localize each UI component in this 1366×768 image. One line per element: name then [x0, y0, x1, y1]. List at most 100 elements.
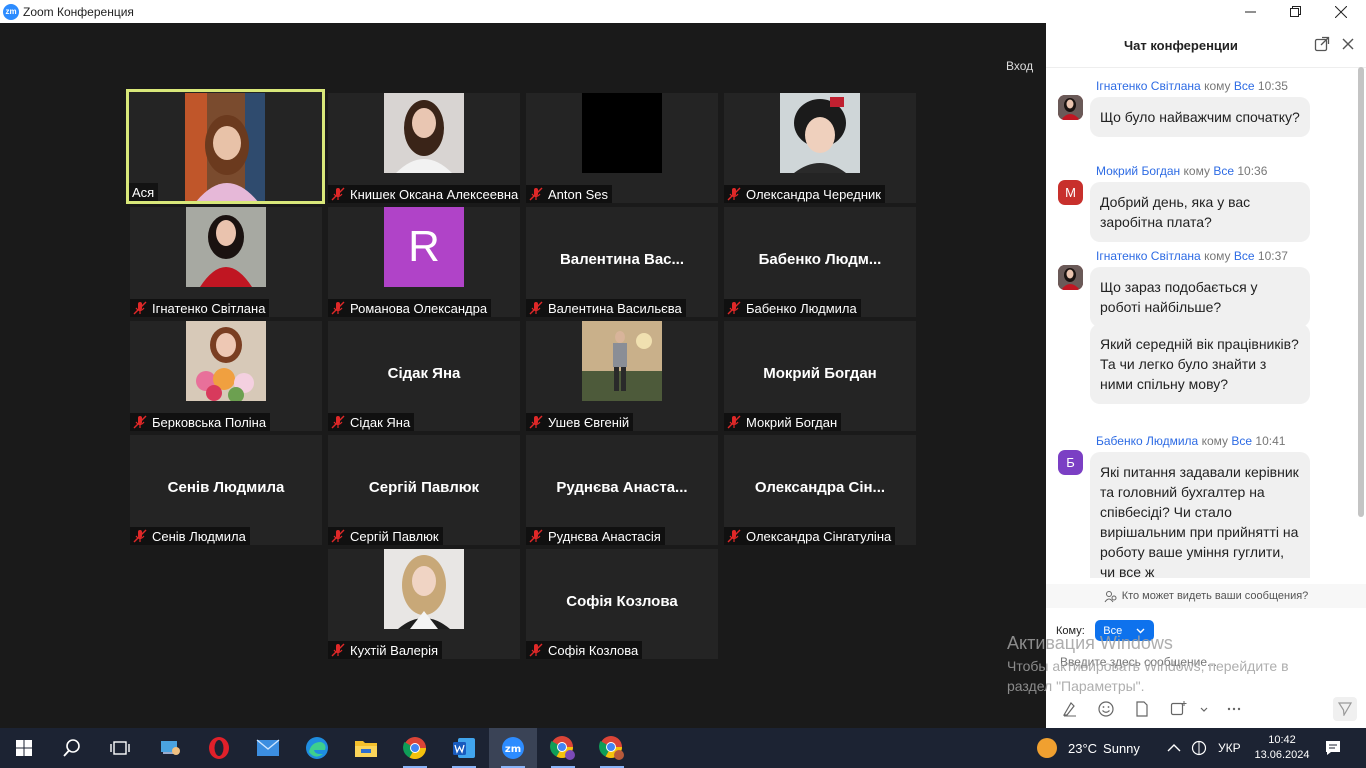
video-tile[interactable]: Софія Козлова Софія Козлова: [526, 549, 718, 659]
muted-mic-icon: [727, 301, 741, 315]
minimize-button[interactable]: [1227, 0, 1273, 23]
send-button[interactable]: [1333, 697, 1357, 721]
clock-time: 10:42: [1268, 734, 1296, 746]
taskbar-app-mail[interactable]: [244, 728, 292, 768]
minimize-icon: [1244, 11, 1256, 13]
video-tile[interactable]: Олександра Чередник: [724, 93, 916, 203]
notifications-button[interactable]: [1324, 728, 1342, 768]
word-icon: [453, 738, 475, 758]
video-tile[interactable]: Ушев Євгеній: [526, 321, 718, 431]
participant-name: Руднєва Анастасія: [526, 527, 665, 545]
video-tile[interactable]: Руднєва Анаста... Руднєва Анастасія: [526, 435, 718, 545]
taskbar-app-explorer-user[interactable]: [146, 728, 194, 768]
recipient-row: Кому: Все: [1056, 620, 1154, 641]
taskbar-app-edge[interactable]: [293, 728, 341, 768]
network-button[interactable]: [1191, 728, 1207, 768]
avatar: М: [1058, 180, 1083, 205]
muted-mic-icon: [529, 643, 543, 657]
video-tile[interactable]: Бабенко Людм... Бабенко Людмила: [724, 207, 916, 317]
muted-mic-icon: [331, 415, 345, 429]
emoji-icon[interactable]: [1097, 700, 1115, 718]
video-tile[interactable]: Олександра Сін... Олександра Сінгатуліна: [724, 435, 916, 545]
message-sender[interactable]: Ігнатенко Світлана: [1096, 79, 1201, 93]
muted-mic-icon: [331, 301, 345, 315]
participant-name: Anton Ses: [526, 185, 612, 203]
taskbar-app-word[interactable]: [440, 728, 488, 768]
participant-name: Берковська Поліна: [130, 413, 271, 431]
search-button[interactable]: [48, 728, 96, 768]
windows-icon: [16, 740, 32, 756]
screenshot-icon[interactable]: [1169, 700, 1187, 718]
computer-user-icon: [161, 741, 180, 755]
tray-overflow-button[interactable]: [1167, 728, 1181, 768]
signin-button[interactable]: Вход: [1006, 59, 1033, 73]
video-tile[interactable]: Мокрий Богдан Мокрий Богдан: [724, 321, 916, 431]
video-tile[interactable]: R Романова Олександра: [328, 207, 520, 317]
zoom-icon: zm: [502, 737, 524, 759]
participant-name: Кухтій Валерія: [328, 641, 443, 659]
close-button[interactable]: [1318, 0, 1364, 23]
taskbar-app-chrome-profile-1[interactable]: [539, 728, 587, 768]
weather-widget[interactable]: 23°C Sunny: [1036, 728, 1140, 768]
muted-mic-icon: [529, 529, 543, 543]
video-tile[interactable]: Сідак Яна Сідак Яна: [328, 321, 520, 431]
message-sender[interactable]: Ігнатенко Світлана: [1096, 249, 1201, 263]
popout-icon[interactable]: [1314, 36, 1330, 52]
chat-panel: Чат конференции Ігнатенко Світлана кому …: [1046, 23, 1366, 728]
message-sender[interactable]: Мокрий Богдан: [1096, 164, 1180, 178]
message-time: 10:41: [1255, 434, 1286, 448]
edge-icon: [306, 737, 328, 759]
muted-mic-icon: [529, 187, 543, 201]
video-tile[interactable]: Сергій Павлюк Сергій Павлюк: [328, 435, 520, 545]
clock-date: 13.06.2024: [1254, 749, 1310, 761]
muted-mic-icon: [133, 529, 147, 543]
message-bubble: Який середній вік працівників? Та чи лег…: [1090, 324, 1310, 404]
taskbar-app-file-explorer[interactable]: [342, 728, 390, 768]
send-icon: [1338, 702, 1352, 716]
video-tile[interactable]: Книшек Оксана Алексеевна: [328, 93, 520, 203]
chat-scrollbar[interactable]: [1358, 67, 1364, 517]
video-tile[interactable]: Anton Ses: [526, 93, 718, 203]
participant-display-name: Мокрий Богдан: [763, 365, 877, 382]
restore-button[interactable]: [1272, 0, 1318, 23]
participant-display-name: Валентина Вас...: [559, 251, 685, 268]
sun-icon: [1037, 738, 1057, 758]
message-sender[interactable]: Бабенко Людмила: [1096, 434, 1198, 448]
video-tile[interactable]: Ася: [126, 89, 325, 204]
muted-mic-icon: [727, 187, 741, 201]
chat-messages[interactable]: Ігнатенко Світлана кому Все 10:35 Що бул…: [1046, 73, 1358, 578]
avatar: Б: [1058, 450, 1083, 475]
clock[interactable]: 10:42 13.06.2024: [1254, 728, 1310, 768]
video-tile[interactable]: Берковська Поліна: [130, 321, 322, 431]
participant-display-name: Руднєва Анаста...: [556, 479, 688, 496]
message-header: Бабенко Людмила кому Все 10:41: [1096, 434, 1286, 448]
taskbar-app-chrome[interactable]: [391, 728, 439, 768]
participant-name: Сенів Людмила: [130, 527, 250, 545]
more-icon[interactable]: [1225, 700, 1243, 718]
taskbar-app-zoom[interactable]: zm: [489, 728, 537, 768]
participant-photo: [186, 207, 266, 287]
video-tile[interactable]: Кухтій Валерія: [328, 549, 520, 659]
file-icon[interactable]: [1133, 700, 1151, 718]
start-button[interactable]: [0, 728, 48, 768]
message-bubble: Які питання задавали керівник та головни…: [1090, 452, 1310, 578]
task-view-button[interactable]: [96, 728, 144, 768]
users-icon: [1104, 590, 1117, 602]
language-indicator[interactable]: УКР: [1218, 728, 1241, 768]
taskbar-app-opera[interactable]: [195, 728, 243, 768]
message-time: 10:35: [1257, 79, 1288, 93]
taskbar-app-chrome-profile-2[interactable]: [588, 728, 636, 768]
participant-name: Бабенко Людмила: [724, 299, 861, 317]
recipient-dropdown[interactable]: Все: [1094, 620, 1154, 641]
video-tile[interactable]: Сенів Людмила Сенів Людмила: [130, 435, 322, 545]
video-tile[interactable]: Валентина Вас... Валентина Васильєва: [526, 207, 718, 317]
chrome-icon: [599, 736, 624, 760]
visibility-info[interactable]: Кто может видеть ваши сообщения?: [1046, 584, 1366, 608]
message-input[interactable]: [1060, 651, 1350, 673]
avatar: [1058, 265, 1083, 290]
format-icon[interactable]: [1061, 700, 1079, 718]
chevron-down-icon[interactable]: [1198, 700, 1210, 718]
opera-icon: [209, 737, 229, 759]
video-tile[interactable]: Ігнатенко Світлана: [130, 207, 322, 317]
close-icon[interactable]: [1340, 36, 1356, 52]
